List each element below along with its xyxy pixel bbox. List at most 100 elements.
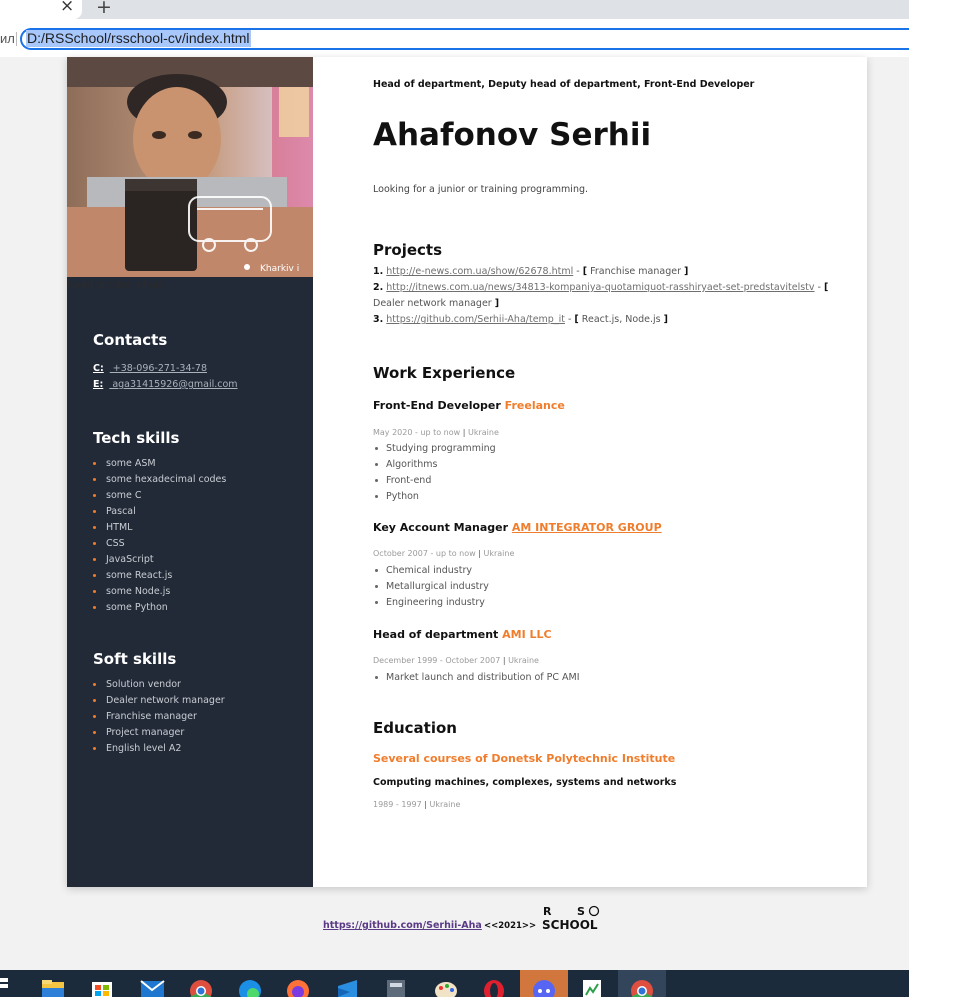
job-meta: October 2007 - up to now | Ukraine <box>373 549 515 558</box>
svg-text:R: R <box>543 905 552 918</box>
firefox-icon <box>287 980 309 1001</box>
taskbar <box>0 970 909 1001</box>
contacts-heading: Contacts <box>93 331 168 349</box>
tech-skill-item: some Python <box>93 601 226 617</box>
soft-skill-item: Franchise manager <box>93 710 225 726</box>
job-position: Front-End Developer <box>373 399 501 412</box>
job-duty: Metallurgical industry <box>373 580 489 596</box>
soft-skills-list: Solution vendor Dealer network manager F… <box>93 678 225 758</box>
job-place: Ukraine <box>467 428 499 437</box>
project-item: 1. http://e-news.com.ua/show/62678.html … <box>373 266 689 277</box>
taskbar-icons <box>0 970 666 1001</box>
job-duty: Studying programming <box>373 442 496 458</box>
position-subtitle: Head of department, Deputy head of depar… <box>373 79 755 90</box>
project-role: Franchise manager <box>590 266 681 277</box>
job-duty: Python <box>373 490 496 506</box>
new-tab-button[interactable]: + <box>96 0 112 18</box>
education-institution: Several courses of Donetsk Polytechnic I… <box>373 752 676 765</box>
address-text[interactable]: D:/RSSchool/rsschool-cv/index.html <box>26 30 251 47</box>
store-icon <box>92 982 112 997</box>
profile-photo: Kharkiv i <box>67 57 313 277</box>
address-prefix: ил <box>0 31 15 46</box>
job-period: May 2020 - up to now <box>373 428 461 437</box>
browser-window: × + ил D:/RSSchool/rsschool-cv/index.htm… <box>0 0 909 1001</box>
tech-skill-item: some ASM <box>93 457 226 473</box>
mail-icon <box>140 980 165 997</box>
job-company-link[interactable]: AM INTEGRATOR GROUP <box>512 521 662 534</box>
project-link[interactable]: https://github.com/Serhii-Aha/temp_it <box>386 314 565 325</box>
tech-skill-item: Pascal <box>93 505 226 521</box>
job-duty: Algorithms <box>373 458 496 474</box>
project-link[interactable]: http://e-news.com.ua/show/62678.html <box>386 266 573 277</box>
sidebar: Kharkiv i Need another photo Contacts C:… <box>67 57 313 887</box>
calculator-icon <box>387 980 405 997</box>
contact-phone-label: C: <box>93 363 104 374</box>
project-role: Dealer network manager <box>373 298 492 309</box>
photo-location-label: Kharkiv i <box>260 264 299 274</box>
project-number: 1. <box>373 266 384 277</box>
photo-alt-text: Need another photo <box>67 279 165 291</box>
svg-text:SCHOOL: SCHOOL <box>542 918 598 932</box>
tech-skill-item: CSS <box>93 537 226 553</box>
education-period: 1989 - 1997 <box>373 800 422 809</box>
tech-skill-item: some C <box>93 489 226 505</box>
active-tab[interactable]: × <box>0 0 82 19</box>
job-position: Key Account Manager <box>373 521 509 534</box>
close-tab-icon[interactable]: × <box>60 0 74 16</box>
tech-skills-list: some ASM some hexadecimal codes some C P… <box>93 457 226 617</box>
tech-skill-item: some hexadecimal codes <box>93 473 226 489</box>
contact-email-link[interactable]: aga31415926@gmail.com <box>109 379 237 390</box>
education-place: Ukraine <box>429 800 461 809</box>
paint-icon <box>435 982 457 1000</box>
tech-skill-item: HTML <box>93 521 226 537</box>
job-title: Head of department AMI LLC <box>373 628 552 641</box>
job-place: Ukraine <box>483 549 515 558</box>
soft-skill-item: Solution vendor <box>93 678 225 694</box>
projects-heading: Projects <box>373 241 443 259</box>
tech-skill-item: some React.js <box>93 569 226 585</box>
profile-photo-image: Kharkiv i <box>67 57 313 277</box>
file-explorer-icon <box>42 980 64 997</box>
tab-strip: × + <box>0 0 909 19</box>
soft-skill-item: Dealer network manager <box>93 694 225 710</box>
work-experience-heading: Work Experience <box>373 364 516 382</box>
project-item: 2. http://itnews.com.ua/news/34813-kompa… <box>373 282 829 309</box>
job-duty: Market launch and distribution of PC AMI <box>373 671 580 687</box>
job-title: Front-End Developer Freelance <box>373 399 565 412</box>
education-heading: Education <box>373 719 457 737</box>
person-name: Ahafonov Serhii <box>373 117 652 153</box>
vscode-icon <box>338 980 357 997</box>
tech-skill-item: some Node.js <box>93 585 226 601</box>
svg-text:S: S <box>577 905 585 918</box>
project-link[interactable]: http://itnews.com.ua/news/34813-kompaniy… <box>386 282 814 293</box>
address-separator <box>16 32 17 46</box>
job-period: October 2007 - up to now <box>373 549 476 558</box>
job-place: Ukraine <box>508 656 539 665</box>
soft-skill-item: Project manager <box>93 726 225 742</box>
job-duty: Chemical industry <box>373 564 489 580</box>
job-meta: May 2020 - up to now | Ukraine <box>373 428 499 437</box>
tech-skills-heading: Tech skills <box>93 429 180 447</box>
footer-year: <<2021>> <box>484 921 537 931</box>
job-position: Head of department <box>373 628 499 641</box>
soft-skill-item: English level A2 <box>93 742 225 758</box>
job-title: Key Account Manager AM INTEGRATOR GROUP <box>373 521 662 534</box>
soft-skills-heading: Soft skills <box>93 650 177 668</box>
job-duty: Front-end <box>373 474 496 490</box>
job-duties-list: Chemical industry Metallurgical industry… <box>373 564 489 612</box>
contact-phone: C: +38-096-271-34-78 <box>93 363 207 374</box>
education-meta: 1989 - 1997 | Ukraine <box>373 800 461 809</box>
project-item: 3. https://github.com/Serhii-Aha/temp_it… <box>373 314 669 325</box>
contact-email-label: E: <box>93 379 104 390</box>
job-duties-list: Studying programming Algorithms Front-en… <box>373 442 496 506</box>
education-specialty: Computing machines, complexes, systems a… <box>373 777 677 788</box>
edge-icon <box>239 980 261 1001</box>
rs-school-logo[interactable]: R S SCHOOL <box>542 904 612 932</box>
project-number: 2. <box>373 282 384 293</box>
footer-github-link[interactable]: https://github.com/Serhii-Aha <box>323 920 482 931</box>
job-duty: Engineering industry <box>373 596 489 612</box>
job-company: Freelance <box>504 399 565 412</box>
job-company: AMI LLC <box>502 628 552 641</box>
tech-skill-item: JavaScript <box>93 553 226 569</box>
contact-phone-link[interactable]: +38-096-271-34-78 <box>110 363 207 374</box>
